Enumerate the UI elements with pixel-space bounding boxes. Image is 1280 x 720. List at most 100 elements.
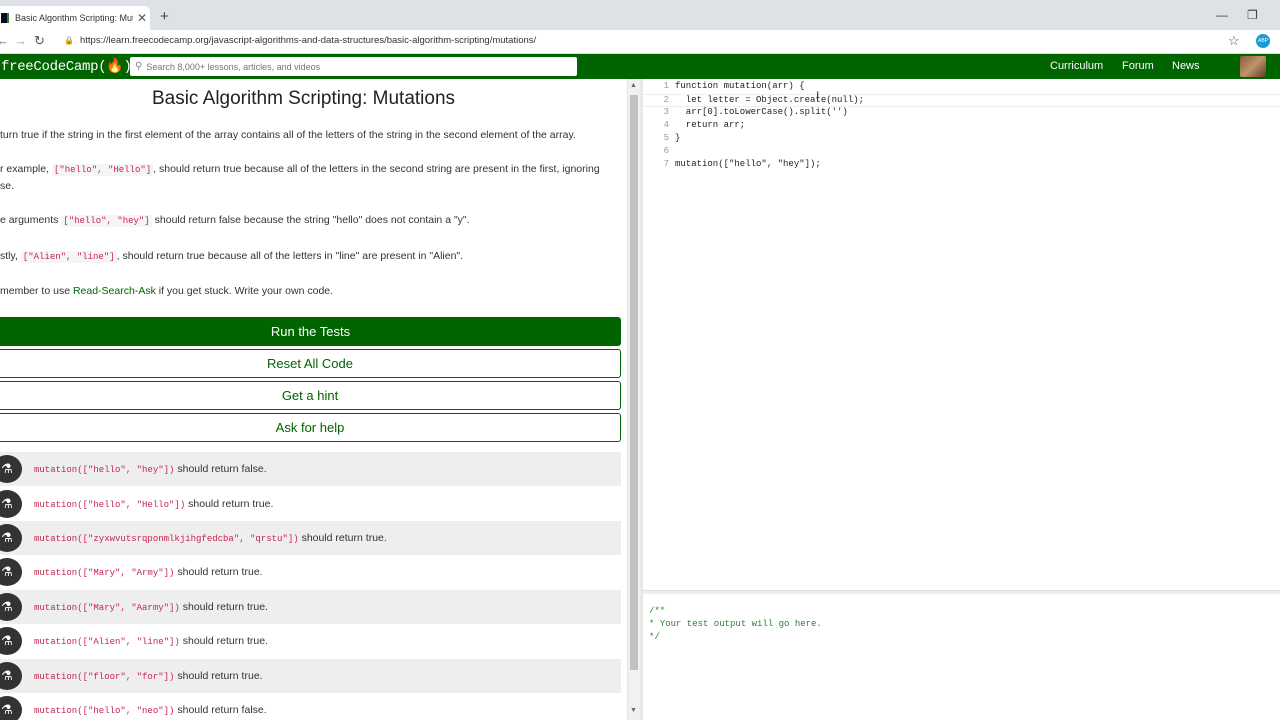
flask-icon: ⚗ bbox=[0, 558, 22, 586]
line-code: let letter = Object.create(null); bbox=[675, 95, 865, 105]
description-para-1: turn true if the string in the first ele… bbox=[0, 129, 576, 141]
para-3-text-b: should return false because the string "… bbox=[151, 214, 470, 226]
editor-line: 2 let letter = Object.create(null); bbox=[643, 94, 1280, 107]
reload-button[interactable]: ↻ bbox=[34, 33, 45, 49]
tab-title: Basic Algorithm Scripting: Mutati bbox=[15, 13, 133, 23]
para-3-text-a: e arguments bbox=[0, 214, 62, 226]
test-row: ⚗ mutation(["hello", "neo"]) should retu… bbox=[0, 693, 621, 720]
nav-forum-link[interactable]: Forum bbox=[1122, 60, 1154, 72]
search-input[interactable] bbox=[146, 61, 567, 72]
para-2-text-b: , should return true because all of the … bbox=[153, 163, 600, 175]
test-row: ⚗ mutation(["Alien", "line"]) should ret… bbox=[0, 624, 621, 658]
challenge-panel: Basic Algorithm Scripting: Mutations tur… bbox=[0, 79, 627, 720]
editor-line: 7 mutation(["hello", "hey"]); bbox=[643, 159, 1280, 172]
restore-button[interactable]: ❐ bbox=[1247, 8, 1258, 22]
test-row: ⚗ mutation(["zyxwvutsrqponmlkjihgfedcba"… bbox=[0, 521, 621, 555]
fcc-navbar: freeCodeCamp(🔥) ⚲ Curriculum Forum News bbox=[0, 54, 1280, 79]
editor-line: 6 bbox=[643, 146, 1280, 159]
editor-line: 3 arr[0].toLowerCase().split('') bbox=[643, 107, 1280, 120]
para-5-text-a: member to use bbox=[0, 285, 73, 297]
get-hint-button[interactable]: Get a hint bbox=[0, 381, 621, 410]
flask-icon: ⚗ bbox=[0, 524, 22, 552]
nav-news-link[interactable]: News bbox=[1172, 60, 1200, 72]
reset-code-button[interactable]: Reset All Code bbox=[0, 349, 621, 378]
para-4-text-b: , should return true because all of the … bbox=[116, 250, 464, 262]
lock-icon: 🔒 bbox=[64, 36, 74, 45]
url-field[interactable]: 🔒 https://learn.freecodecamp.org/javascri… bbox=[64, 35, 536, 46]
test-text: mutation(["Mary", "Aarmy"]) should retur… bbox=[34, 601, 268, 613]
line-code: } bbox=[675, 133, 681, 143]
test-desc: should return true. bbox=[298, 532, 387, 544]
favicon-icon bbox=[1, 13, 9, 23]
flask-icon: ⚗ bbox=[0, 696, 22, 720]
test-text: mutation(["Mary", "Army"]) should return… bbox=[34, 566, 263, 578]
avatar[interactable] bbox=[1240, 56, 1266, 77]
scroll-up-icon[interactable]: ▲ bbox=[630, 82, 637, 89]
para-5-text-b: if you get stuck. Write your own code. bbox=[155, 285, 334, 297]
url-text: https://learn.freecodecamp.org/javascrip… bbox=[79, 35, 537, 46]
page-title: Basic Algorithm Scripting: Mutations bbox=[151, 88, 456, 109]
search-box[interactable]: ⚲ bbox=[130, 57, 577, 76]
test-desc: should return true. bbox=[174, 670, 263, 682]
scroll-down-icon[interactable]: ▼ bbox=[630, 707, 637, 714]
test-code: mutation(["floor", "for"]) bbox=[34, 672, 175, 682]
browser-tab[interactable]: Basic Algorithm Scripting: Mutati ✕ bbox=[0, 6, 150, 30]
output-line: * Your test output will go here. bbox=[649, 619, 822, 629]
test-code: mutation(["hello", "hey"]) bbox=[34, 465, 175, 475]
description-para-4: stly, ["Alien", "line"], should return t… bbox=[0, 250, 464, 263]
description-para-2: r example, ["hello", "Hello"], should re… bbox=[0, 163, 600, 176]
test-row: ⚗ mutation(["hello", "Hello"]) should re… bbox=[0, 487, 621, 521]
scrollbar-thumb[interactable] bbox=[630, 95, 638, 670]
back-button[interactable]: ← bbox=[0, 33, 9, 48]
new-tab-button[interactable]: + bbox=[160, 8, 169, 25]
test-text: mutation(["hello", "hey"]) should return… bbox=[34, 463, 267, 475]
test-desc: should return true. bbox=[179, 601, 268, 613]
flask-icon: ⚗ bbox=[0, 627, 22, 655]
test-text: mutation(["floor", "for"]) should return… bbox=[34, 670, 263, 682]
test-desc: should return true. bbox=[174, 566, 263, 578]
read-search-ask-link[interactable]: Read-Search-Ask bbox=[73, 285, 156, 297]
flask-icon: ⚗ bbox=[0, 662, 22, 690]
flask-icon: ⚗ bbox=[0, 593, 22, 621]
tab-bar: Basic Algorithm Scripting: Mutati ✕ + — … bbox=[0, 6, 1280, 30]
description-para-3: e arguments ["hello", "hey"] should retu… bbox=[0, 214, 470, 227]
minimize-button[interactable]: — bbox=[1216, 8, 1228, 22]
test-code: mutation(["Alien", "line"]) bbox=[34, 637, 180, 647]
test-code: mutation(["zyxwvutsrqponmlkjihgfedcba", … bbox=[34, 534, 299, 544]
search-icon: ⚲ bbox=[135, 61, 143, 72]
line-number: 5 bbox=[663, 133, 669, 143]
flask-icon: ⚗ bbox=[0, 455, 22, 483]
address-bar-row: ← → ↻ 🔒 https://learn.freecodecamp.org/ja… bbox=[0, 30, 1280, 54]
code-editor[interactable]: 1 function mutation(arr) { 2 let letter =… bbox=[643, 79, 1280, 590]
line-number: 3 bbox=[663, 107, 669, 117]
extension-icon[interactable]: ABP bbox=[1256, 34, 1270, 48]
line-number: 6 bbox=[663, 146, 669, 156]
test-desc: should return true. bbox=[185, 498, 274, 510]
run-tests-button[interactable]: Run the Tests bbox=[0, 317, 621, 346]
tab-close-icon[interactable]: ✕ bbox=[137, 11, 147, 25]
line-number: 4 bbox=[663, 120, 669, 130]
para-4-text-a: stly, bbox=[0, 250, 21, 262]
test-text: mutation(["zyxwvutsrqponmlkjihgfedcba", … bbox=[34, 532, 387, 544]
test-text: mutation(["hello", "Hello"]) should retu… bbox=[34, 498, 273, 510]
test-desc: should return false. bbox=[174, 463, 267, 475]
nav-curriculum-link[interactable]: Curriculum bbox=[1050, 60, 1103, 72]
line-number: 2 bbox=[663, 95, 669, 105]
test-code: mutation(["hello", "Hello"]) bbox=[34, 500, 186, 510]
flask-icon: ⚗ bbox=[0, 490, 22, 518]
test-code: mutation(["Mary", "Army"]) bbox=[34, 568, 175, 578]
test-row: ⚗ mutation(["Mary", "Aarmy"]) should ret… bbox=[0, 590, 621, 624]
fcc-logo[interactable]: freeCodeCamp(🔥) bbox=[1, 58, 132, 75]
output-line: */ bbox=[649, 632, 660, 642]
test-text: mutation(["hello", "neo"]) should return… bbox=[34, 704, 267, 716]
bookmark-star-icon[interactable]: ☆ bbox=[1228, 33, 1240, 49]
editor-line: 4 return arr; bbox=[643, 120, 1280, 133]
para-2-text-a: r example, bbox=[0, 163, 52, 175]
test-desc: should return true. bbox=[179, 635, 268, 647]
test-row: ⚗ mutation(["floor", "for"]) should retu… bbox=[0, 659, 621, 693]
test-code: mutation(["Mary", "Aarmy"]) bbox=[34, 603, 180, 613]
left-panel-scrollbar[interactable]: ▲ ▼ bbox=[627, 79, 640, 720]
description-para-5: member to use Read-Search-Ask if you get… bbox=[0, 285, 333, 297]
ask-help-button[interactable]: Ask for help bbox=[0, 413, 621, 442]
forward-button[interactable]: → bbox=[14, 33, 27, 48]
